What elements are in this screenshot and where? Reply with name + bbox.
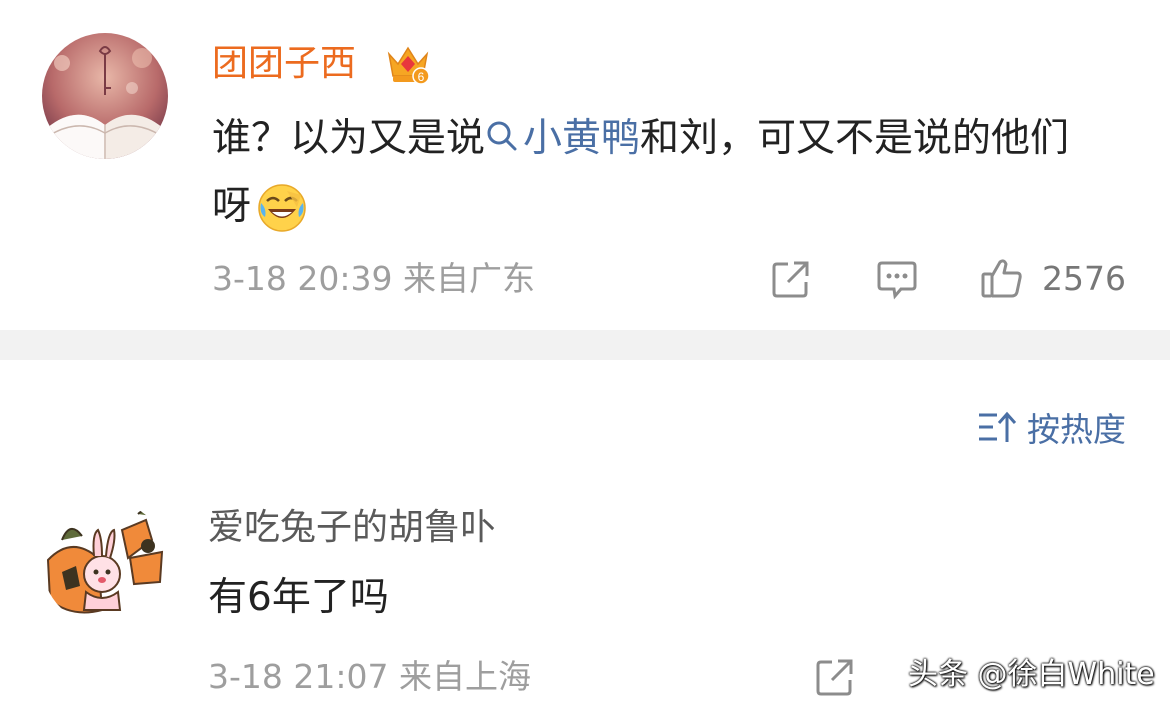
reply-meta: 3-18 21:07 来自上海 [208,655,531,699]
share-icon [816,659,853,696]
original-post: 团团子西 6 谁？以为又是说 小黄鸭和刘，可又不是说的他们呀 3-18 20:3… [0,0,1170,330]
reply-username[interactable]: 爱吃兔子的胡鲁卟 [208,502,496,554]
share-icon [772,261,809,298]
reply-content: 有6年了吗 [208,575,389,620]
sort-label: 按热度 [1027,410,1126,449]
post-text-part1: 谁？以为又是说 [212,116,486,161]
badge-level: 6 [418,70,425,84]
reply-avatar[interactable] [42,500,168,626]
section-divider [0,330,1170,360]
reply-share-button[interactable] [814,656,856,702]
post-avatar[interactable] [42,33,168,159]
like-icon [981,259,1022,298]
comment-icon [877,261,917,300]
sort-icon [979,411,1017,442]
post-location: 来自广东 [403,259,535,298]
topic-link[interactable]: 小黄鸭 [485,116,640,161]
comment-button[interactable] [876,258,918,304]
post-date: 3-18 20:39 [212,259,393,298]
post-username[interactable]: 团团子西 [212,38,356,90]
comment-page: 团团子西 6 谁？以为又是说 小黄鸭和刘，可又不是说的他们呀 3-18 20:3… [0,0,1170,710]
search-mini-icon [485,108,519,174]
share-button[interactable] [770,258,812,304]
sort-by-hot-button[interactable]: 按热度 [977,403,1126,451]
reply-date: 3-18 21:07 [208,657,389,696]
reply-location: 来自上海 [399,657,531,696]
like-button[interactable] [980,256,1024,304]
topic-label: 小黄鸭 [523,116,641,161]
post-content: 谁？以为又是说 小黄鸭和刘，可又不是说的他们呀 [212,106,1092,240]
like-count: 2576 [1042,259,1126,298]
laughing-crying-emoji-icon [257,183,307,233]
watermark: 头条 @徐白White [908,657,1155,692]
crown-badge-icon: 6 [385,42,431,86]
post-meta: 3-18 20:39 来自广东 [212,257,535,301]
